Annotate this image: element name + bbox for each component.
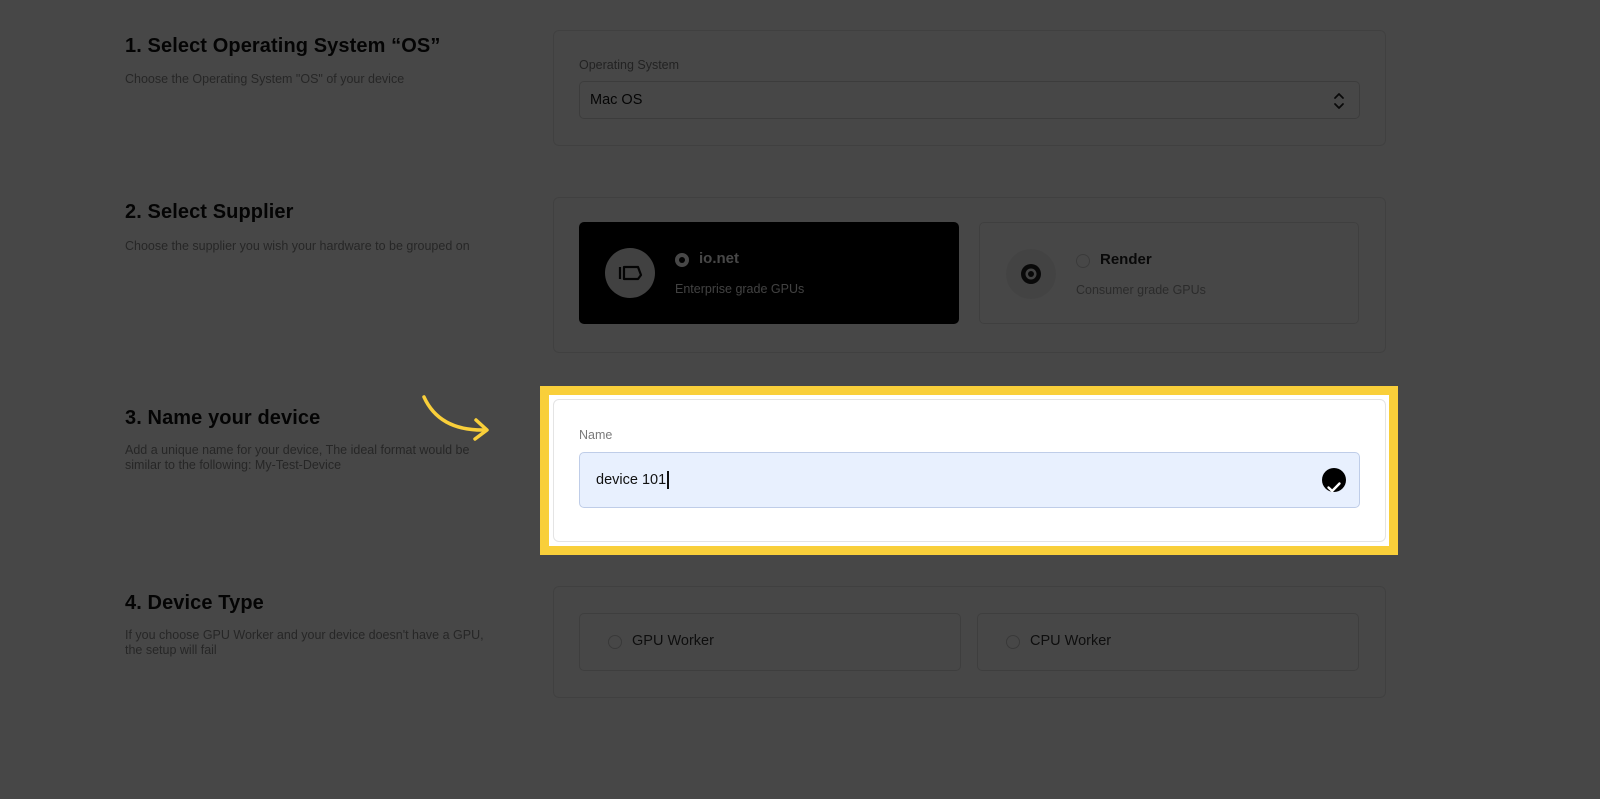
- ionet-logo-icon: [605, 248, 655, 298]
- supplier-option-render[interactable]: Render Consumer grade GPUs: [979, 222, 1359, 324]
- supplier-radio-unselected[interactable]: [1076, 254, 1090, 268]
- device-type-card: GPU Worker CPU Worker: [553, 586, 1386, 698]
- supplier-option-ionet[interactable]: io.net Enterprise grade GPUs: [579, 222, 959, 324]
- supplier-section-title: 2. Select Supplier: [125, 201, 294, 223]
- cpu-worker-radio[interactable]: [1006, 635, 1020, 649]
- chevron-up-down-icon: [1334, 93, 1344, 109]
- cpu-worker-option[interactable]: CPU Worker: [977, 613, 1359, 671]
- supplier-description: Enterprise grade GPUs: [675, 282, 805, 296]
- gpu-worker-label: GPU Worker: [632, 633, 714, 649]
- device-name-input[interactable]: device 101: [579, 452, 1360, 508]
- device-type-section-title: 4. Device Type: [125, 592, 264, 614]
- gpu-worker-option[interactable]: GPU Worker: [579, 613, 961, 671]
- highlight-frame: Name device 101: [540, 386, 1398, 555]
- curved-arrow-icon: [422, 395, 489, 441]
- supplier-name: Render: [1100, 251, 1152, 268]
- device-type-section-description: If you choose GPU Worker and your device…: [125, 628, 484, 657]
- supplier-radio-selected[interactable]: [675, 253, 689, 267]
- supplier-section-description: Choose the supplier you wish your hardwa…: [125, 239, 470, 253]
- supplier-card: io.net Enterprise grade GPUs Render Cons…: [553, 197, 1386, 353]
- device-setup-page: 1. Select Operating System “OS” Choose t…: [0, 0, 1600, 799]
- name-card: Name device 101: [553, 399, 1386, 542]
- os-select[interactable]: Mac OS: [579, 81, 1360, 119]
- name-field-label: Name: [579, 428, 613, 442]
- os-section-title: 1. Select Operating System “OS”: [125, 35, 441, 57]
- os-section-description: Choose the Operating System "OS" of your…: [125, 72, 405, 86]
- checkmark-circle-icon: [1322, 468, 1346, 493]
- render-logo-icon: [1006, 249, 1056, 299]
- text-caret: [667, 471, 669, 490]
- os-card: Operating System Mac OS: [553, 30, 1386, 146]
- device-name-value: device 101: [596, 472, 667, 488]
- gpu-worker-radio[interactable]: [608, 635, 622, 649]
- os-field-label: Operating System: [579, 58, 680, 72]
- supplier-description: Consumer grade GPUs: [1076, 283, 1206, 297]
- name-section-title: 3. Name your device: [125, 407, 321, 429]
- supplier-name: io.net: [699, 250, 739, 267]
- cpu-worker-label: CPU Worker: [1030, 633, 1112, 649]
- name-section-description: Add a unique name for your device, The i…: [125, 443, 470, 472]
- os-select-value: Mac OS: [590, 92, 643, 108]
